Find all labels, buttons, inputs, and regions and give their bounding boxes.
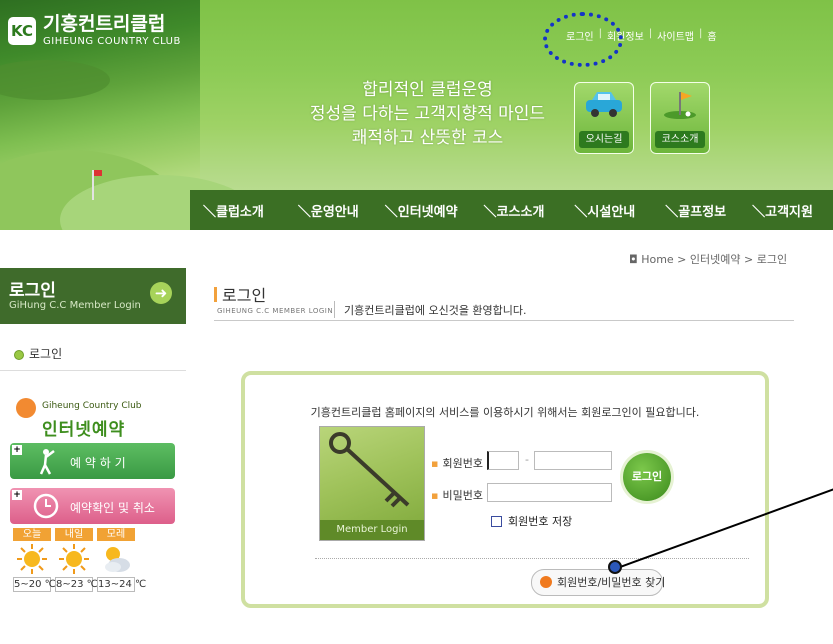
member-number-field-2[interactable]	[534, 451, 612, 470]
breadcrumb: ◘ Home > 인터넷예약 > 로그인	[629, 253, 788, 266]
reserve-button[interactable]: + 예 약 하 기	[10, 443, 175, 479]
nav-facilities[interactable]: ＼시설안내	[544, 201, 635, 220]
quick-label-course-intro: 코스소개	[655, 131, 705, 148]
quick-label-directions: 오시는길	[579, 131, 629, 148]
quick-button-course-intro[interactable]: 코스소개	[650, 82, 710, 154]
arrow-right-icon: ➜	[150, 282, 172, 304]
header: KC 기흥컨트리클럽 GIHEUNG COUNTRY CLUB 로그인 | 회원…	[0, 0, 833, 230]
login-required-message: 기흥컨트리클럽 홈페이지의 서비스를 이용하시기 위해서는 회원로그인이 필요합…	[310, 406, 700, 419]
golfer-icon	[39, 449, 55, 475]
slogan-line-3: 쾌적하고 산뜻한 코스	[351, 128, 504, 148]
annotation-click-marker	[608, 560, 622, 574]
bullet-icon	[14, 349, 24, 360]
title-accent-bar	[214, 287, 217, 302]
login-button[interactable]: 로그인	[623, 453, 671, 501]
password-field[interactable]	[487, 483, 612, 502]
nav-club-intro[interactable]: ＼클럽소개	[190, 201, 264, 220]
member-number-label: ▪ 회원번호	[431, 457, 483, 470]
main-navigation: ＼클럽소개 ＼운영안내 ＼인터넷예약 ＼코스소개 ＼시설안내 ＼골프정보 ＼고객…	[190, 190, 833, 230]
cloud-sun-icon	[105, 547, 130, 572]
find-member-number-password-button[interactable]: 회원번호/비밀번호 찾기	[531, 569, 666, 596]
member-login-key-image: Member Login	[319, 426, 425, 541]
page-subtitle-english: GIHEUNG C.C MEMBER LOGIN	[217, 307, 334, 315]
annotation-dotted-circle	[543, 12, 623, 67]
member-number-dash: -	[525, 453, 529, 466]
sidebar-login-subtitle: GiHung C.C Member Login	[9, 300, 141, 311]
sun-icon	[17, 544, 47, 574]
save-member-number-option[interactable]: 회원번호 저장	[491, 513, 572, 529]
logo-english-name: GIHEUNG COUNTRY CLUB	[43, 36, 181, 47]
page-title: 로그인	[222, 286, 267, 305]
login-panel: 기흥컨트리클럽 홈페이지의 서비스를 이용하시기 위해서는 회원로그인이 필요합…	[241, 371, 769, 608]
left-sidebar: 로그인 GiHung C.C Member Login ➜ 로그인 Giheun…	[0, 230, 190, 644]
club-logo-icon	[16, 398, 36, 418]
car-icon	[586, 92, 622, 117]
reservation-check-cancel-label: 예약확인 및 취소	[70, 501, 155, 515]
slogan-line-1: 합리적인 클럽운영	[362, 80, 493, 100]
sidebar-login-title: 로그인	[9, 281, 56, 301]
sun-icon	[59, 544, 89, 574]
reservation-check-cancel-button[interactable]: + 예약확인 및 취소	[10, 488, 175, 524]
nav-customer-support[interactable]: ＼고객지원	[726, 201, 813, 220]
sidebar-item-login[interactable]: 로그인	[14, 345, 62, 362]
search-icon	[540, 576, 552, 588]
top-link-sitemap[interactable]: 사이트맵	[657, 28, 694, 43]
weather-tomorrow: 내일 8~23 ℃	[55, 528, 98, 592]
weather-temperature: 8~23 ℃	[55, 577, 98, 592]
club-name-english: Giheung Country Club	[42, 401, 142, 411]
find-button-label: 회원번호/비밀번호 찾기	[557, 576, 666, 589]
save-member-number-checkbox[interactable]	[491, 515, 502, 527]
link-separator: |	[698, 28, 703, 39]
nav-internet-reservation[interactable]: ＼인터넷예약	[359, 201, 458, 220]
weather-day-label: 오늘	[13, 528, 51, 541]
weather-widget: 오늘 5~20 ℃ 내일 8~23 ℃ 모레 13~24 ℃	[13, 528, 147, 592]
golf-flag-icon	[664, 92, 696, 119]
weather-today: 오늘 5~20 ℃	[13, 528, 56, 592]
member-login-caption: Member Login	[320, 520, 424, 540]
top-link-home[interactable]: 홈	[707, 28, 716, 43]
nav-operations[interactable]: ＼운영안내	[264, 201, 359, 220]
save-member-number-label: 회원번호 저장	[508, 515, 573, 528]
reserve-label: 예 약 하 기	[70, 456, 126, 470]
link-separator: |	[648, 28, 653, 39]
clock-icon	[33, 493, 59, 519]
plus-icon: +	[12, 490, 22, 500]
title-underline	[214, 320, 794, 321]
divider	[0, 370, 186, 371]
weather-day-label: 모레	[97, 528, 135, 541]
quick-button-directions[interactable]: 오시는길	[574, 82, 634, 154]
key-icon	[329, 432, 410, 508]
logo[interactable]: KC 기흥컨트리클럽 GIHEUNG COUNTRY CLUB	[8, 14, 181, 48]
weather-day-label: 내일	[55, 528, 93, 541]
welcome-message: 기흥컨트리클럽에 오신것을 환영합니다.	[344, 304, 527, 317]
slogan-line-2: 정성을 다하는 고객지향적 마인드	[309, 104, 546, 124]
breadcrumb-icon: ◘	[629, 253, 642, 266]
internet-reservation-heading: 인터넷예약	[42, 420, 126, 440]
divider	[334, 301, 335, 318]
dotted-divider	[315, 558, 749, 559]
password-label: ▪ 비밀번호	[431, 489, 483, 502]
sidebar-login-header: 로그인 GiHung C.C Member Login ➜	[0, 268, 186, 324]
logo-korean-name: 기흥컨트리클럽	[43, 13, 166, 35]
plus-icon: +	[12, 445, 22, 455]
weather-temperature: 5~20 ℃	[13, 577, 56, 592]
nav-course-intro[interactable]: ＼코스소개	[458, 201, 545, 220]
slogan: 합리적인 클럽운영 정성을 다하는 고객지향적 마인드 쾌적하고 산뜻한 코스	[300, 78, 555, 150]
weather-temperature: 13~24 ℃	[97, 577, 147, 592]
logo-mark: KC	[8, 17, 36, 45]
nav-golf-info[interactable]: ＼골프정보	[635, 201, 726, 220]
member-number-field-1[interactable]	[487, 451, 519, 470]
weather-day-after: 모레 13~24 ℃	[97, 528, 147, 592]
